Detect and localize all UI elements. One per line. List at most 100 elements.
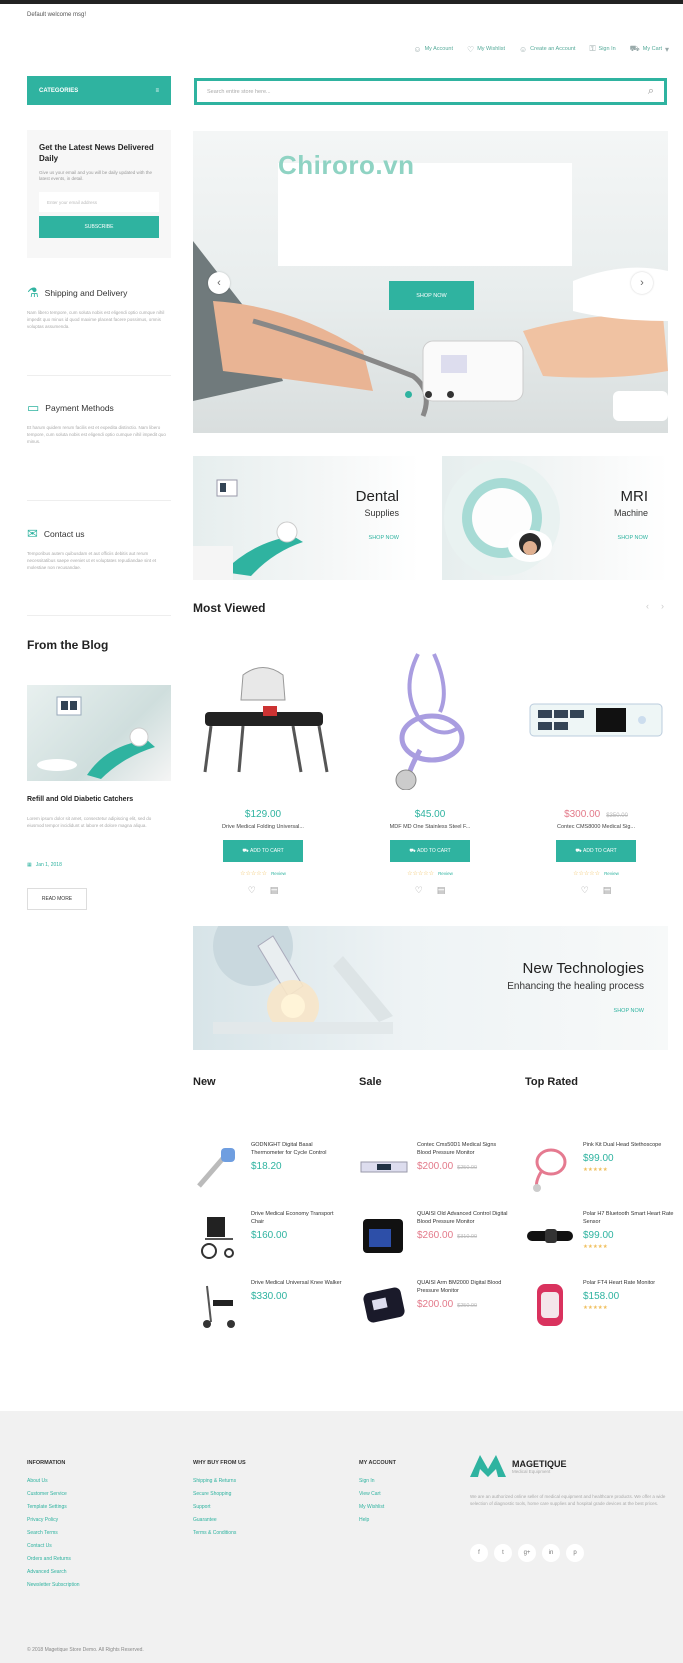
instagram-icon[interactable]: in: [542, 1544, 560, 1562]
blog-post-image[interactable]: [27, 685, 171, 781]
banner-shop-now-link[interactable]: Shop now: [369, 535, 399, 541]
product-thumb[interactable]: [359, 1279, 409, 1331]
slider-dot-active[interactable]: [405, 391, 412, 398]
banner-dental[interactable]: Dental Supplies Shop now: [193, 456, 419, 580]
product-name[interactable]: QUAISI Old Advanced Control Digital Bloo…: [417, 1210, 509, 1226]
product-thumb[interactable]: [193, 1279, 243, 1331]
list-item[interactable]: QUAISI Old Advanced Control Digital Bloo…: [359, 1210, 509, 1262]
blog-post-title[interactable]: Refill and Old Diabetic Catchers: [27, 796, 133, 803]
footer-link[interactable]: Orders and Returns: [27, 1556, 80, 1562]
nav-sign-in[interactable]: ⚿ Sign In: [589, 44, 615, 54]
footer-link[interactable]: Template Settings: [27, 1504, 80, 1510]
product-thumb[interactable]: [193, 1141, 243, 1193]
hero-shop-now-button[interactable]: Shop now: [389, 281, 474, 310]
product-card[interactable]: $129.00 Drive Medical Folding Universal.…: [188, 645, 338, 896]
footer-link[interactable]: About Us: [27, 1478, 80, 1484]
heart-icon[interactable]: ♡: [415, 885, 423, 896]
product-name[interactable]: Contec CMS8000 Medical Sig...: [521, 824, 671, 830]
footer-link[interactable]: Guarantee: [193, 1517, 246, 1523]
product-thumb[interactable]: [525, 1279, 575, 1331]
product-name[interactable]: QUAISI Arm BM2000 Digital Blood Pressure…: [417, 1279, 509, 1295]
product-name[interactable]: Polar H7 Bluetooth Smart Heart Rate Sens…: [583, 1210, 675, 1226]
search-icon[interactable]: ⌕: [648, 85, 654, 98]
list-item[interactable]: QUAISI Arm BM2000 Digital Blood Pressure…: [359, 1279, 509, 1331]
product-card[interactable]: $45.00 MDF MD One Stainless Steel F... ⛟…: [355, 645, 505, 896]
footer-link[interactable]: Newsletter Subscription: [27, 1582, 80, 1588]
subscribe-button[interactable]: Subscribe: [39, 216, 159, 238]
banner-shop-now-link[interactable]: Shop now: [618, 535, 648, 541]
carousel-prev-arrow[interactable]: ‹: [646, 601, 649, 611]
footer-link[interactable]: Search Terms: [27, 1530, 80, 1536]
product-name[interactable]: GODNIGHT Digital Basal Thermometer for C…: [251, 1141, 343, 1157]
add-to-cart-button[interactable]: ⛟ Add to Cart: [390, 840, 470, 862]
list-item[interactable]: Pink Kit Dual Head Stethoscope $99.00 ★★★★…: [525, 1141, 675, 1193]
twitter-icon[interactable]: t: [494, 1544, 512, 1562]
technologies-banner[interactable]: New Technologies Enhancing the healing p…: [193, 926, 668, 1050]
product-image[interactable]: [355, 645, 505, 795]
list-item[interactable]: Polar FT4 Heart Rate Monitor $158.00 ★★★★★: [525, 1279, 675, 1331]
slider-prev-arrow[interactable]: ‹: [208, 272, 230, 294]
product-name[interactable]: Pink Kit Dual Head Stethoscope: [583, 1141, 661, 1149]
review-link[interactable]: Review: [271, 871, 286, 876]
footer-link[interactable]: Shipping & Returns: [193, 1478, 246, 1484]
nav-my-account[interactable]: ☺ My Account: [413, 44, 453, 54]
heart-icon[interactable]: ♡: [248, 885, 256, 896]
nav-cart[interactable]: ⛟ My Cart ▾: [630, 44, 669, 54]
product-thumb[interactable]: [525, 1210, 575, 1262]
list-item[interactable]: Contec Cms50D1 Medical Signs Blood Press…: [359, 1141, 509, 1193]
list-item[interactable]: Polar H7 Bluetooth Smart Heart Rate Sens…: [525, 1210, 675, 1262]
product-thumb[interactable]: [193, 1210, 243, 1262]
review-link[interactable]: Review: [604, 871, 619, 876]
list-item[interactable]: Drive Medical Universal Knee Walker $330.…: [193, 1279, 343, 1331]
slider-next-arrow[interactable]: ›: [631, 272, 653, 294]
footer-link[interactable]: Sign In: [359, 1478, 396, 1484]
newsletter-email-field[interactable]: Enter your email address: [39, 192, 159, 212]
list-item[interactable]: GODNIGHT Digital Basal Thermometer for C…: [193, 1141, 343, 1193]
nav-wishlist[interactable]: ♡ My Wishlist: [467, 44, 505, 54]
product-name[interactable]: Polar FT4 Heart Rate Monitor: [583, 1279, 655, 1287]
slider-dot[interactable]: [447, 391, 454, 398]
banner-shop-now-link[interactable]: Shop now: [614, 1008, 644, 1014]
footer-link[interactable]: Help: [359, 1517, 396, 1523]
pinterest-icon[interactable]: p: [566, 1544, 584, 1562]
footer-link[interactable]: Support: [193, 1504, 246, 1510]
footer-link[interactable]: Customer Service: [27, 1491, 80, 1497]
carousel-next-arrow[interactable]: ›: [661, 601, 664, 611]
footer-link[interactable]: Contact Us: [27, 1543, 80, 1549]
product-name[interactable]: MDF MD One Stainless Steel F...: [355, 824, 505, 830]
add-to-cart-button[interactable]: ⛟ Add to Cart: [223, 840, 303, 862]
product-name[interactable]: Drive Medical Folding Universal...: [188, 824, 338, 830]
footer-link[interactable]: Privacy Policy: [27, 1517, 80, 1523]
product-name[interactable]: Drive Medical Economy Transport Chair: [251, 1210, 343, 1226]
compare-icon[interactable]: ▤: [603, 885, 612, 896]
product-thumb[interactable]: [359, 1210, 409, 1262]
slider-dot[interactable]: [425, 391, 432, 398]
categories-button[interactable]: Categories ≡: [27, 76, 171, 105]
product-thumb[interactable]: [359, 1141, 409, 1193]
search-bar[interactable]: Search entire store here... ⌕: [194, 78, 667, 105]
search-input[interactable]: Search entire store here...: [207, 89, 271, 95]
footer-link[interactable]: My Wishlist: [359, 1504, 396, 1510]
compare-icon[interactable]: ▤: [437, 885, 446, 896]
footer-link[interactable]: Advanced Search: [27, 1569, 80, 1575]
google-plus-icon[interactable]: g+: [518, 1544, 536, 1562]
product-image[interactable]: [188, 645, 338, 795]
banner-mri[interactable]: MRI Machine Shop now: [442, 456, 668, 580]
compare-icon[interactable]: ▤: [270, 885, 279, 896]
heart-icon[interactable]: ♡: [581, 885, 589, 896]
product-card[interactable]: $300.00 $350.00 Contec CMS8000 Medical Si…: [521, 645, 671, 896]
product-name[interactable]: Contec Cms50D1 Medical Signs Blood Press…: [417, 1141, 509, 1157]
product-name[interactable]: Drive Medical Universal Knee Walker: [251, 1279, 342, 1287]
read-more-button[interactable]: Read more: [27, 888, 87, 910]
add-to-cart-button[interactable]: ⛟ Add to Cart: [556, 840, 636, 862]
footer-link[interactable]: View Cart: [359, 1491, 396, 1497]
footer-link[interactable]: Secure Shopping: [193, 1491, 246, 1497]
footer-logo[interactable]: MAGETIQUE Medical Equipment: [470, 1455, 567, 1477]
product-image[interactable]: [521, 645, 671, 795]
list-item[interactable]: Drive Medical Economy Transport Chair $16…: [193, 1210, 343, 1262]
review-link[interactable]: Review: [438, 871, 453, 876]
facebook-icon[interactable]: f: [470, 1544, 488, 1562]
footer-link[interactable]: Terms & Conditions: [193, 1530, 246, 1536]
product-thumb[interactable]: [525, 1141, 575, 1193]
nav-create-account[interactable]: ☺ Create an Account: [519, 44, 575, 54]
